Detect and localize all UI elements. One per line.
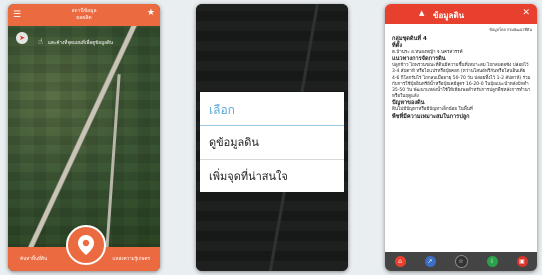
action-sheet-screen: เลือก ดูข้อมูลดิน เพิ่มจุดที่น่าสนใจ bbox=[196, 4, 348, 271]
location-button[interactable] bbox=[66, 225, 106, 265]
soil-content[interactable]: กลุ่มชุดดินที่ 4 ที่ตั้ง ต.บ้านระ อ.หนอง… bbox=[392, 36, 531, 121]
soil-info-screen: ▲ ข้อมูลดิน ✕ ข้อมูลโดย กรมพัฒนาที่ดิน ก… bbox=[385, 4, 537, 271]
location-pin-icon bbox=[78, 235, 94, 255]
touch-hand-icon: ☝ bbox=[38, 37, 43, 46]
share-icon[interactable]: ↗ bbox=[424, 256, 436, 267]
car-icon[interactable]: ▣ bbox=[516, 256, 528, 267]
app-subtitle: ผลผลิต bbox=[76, 15, 92, 21]
compass-icon[interactable]: ➤ bbox=[16, 32, 28, 44]
data-credit: ข้อมูลโดย กรมพัฒนาที่ดิน bbox=[489, 27, 532, 32]
add-bookmark-icon[interactable]: ★ bbox=[147, 8, 155, 18]
management-text: ปลูกข้าว ไถพรวนขณะที่ดินมีความชื้นที่เหม… bbox=[392, 63, 531, 100]
close-icon[interactable]: ✕ bbox=[522, 8, 530, 18]
suitable-crops-heading: พืชที่มีความเหมาะสมในการปลูก bbox=[392, 113, 470, 120]
add-poi-option[interactable]: เพิ่มจุดที่น่าสนใจ bbox=[200, 160, 344, 193]
search-land-button[interactable]: ค้นหาพื้นที่ดิน bbox=[20, 256, 47, 263]
knowledge-button[interactable]: แหล่งความรู้เกษตร bbox=[112, 256, 150, 263]
app-title: สถานีข้อมูล bbox=[71, 8, 97, 14]
location-label: ที่ตั้ง bbox=[392, 43, 403, 49]
app-header: สถานีข้อมูล ผลผลิต bbox=[8, 4, 160, 26]
soil-header-title: ข้อมูลดิน bbox=[433, 11, 465, 20]
info-icon[interactable]: i bbox=[486, 256, 498, 267]
soil-group: กลุ่มชุดดินที่ 4 bbox=[392, 36, 427, 42]
soil-header: ▲ ข้อมูลดิน ✕ bbox=[385, 4, 537, 24]
dialog-title: เลือก bbox=[200, 92, 344, 126]
star-icon[interactable]: ☆ bbox=[454, 255, 468, 268]
view-soil-option[interactable]: ดูข้อมูลดิน bbox=[200, 126, 344, 160]
soil-logo-icon: ▲ bbox=[419, 9, 425, 17]
menu-icon[interactable]: ☰ bbox=[13, 10, 21, 20]
long-press-hint: แตะค้างที่จุดแผนที่เพื่อดูข้อมูลดิน bbox=[48, 41, 114, 46]
home-icon[interactable]: ⌂ bbox=[394, 256, 406, 267]
choice-dialog: เลือก ดูข้อมูลดิน เพิ่มจุดที่น่าสนใจ bbox=[200, 92, 344, 192]
map-screen: สถานีข้อมูล ผลผลิต ☰ ★ ➤ ☝ แตะค้างที่จุด… bbox=[8, 4, 160, 271]
bottom-toolbar: ⌂ ↗ ☆ i ▣ bbox=[385, 252, 537, 271]
